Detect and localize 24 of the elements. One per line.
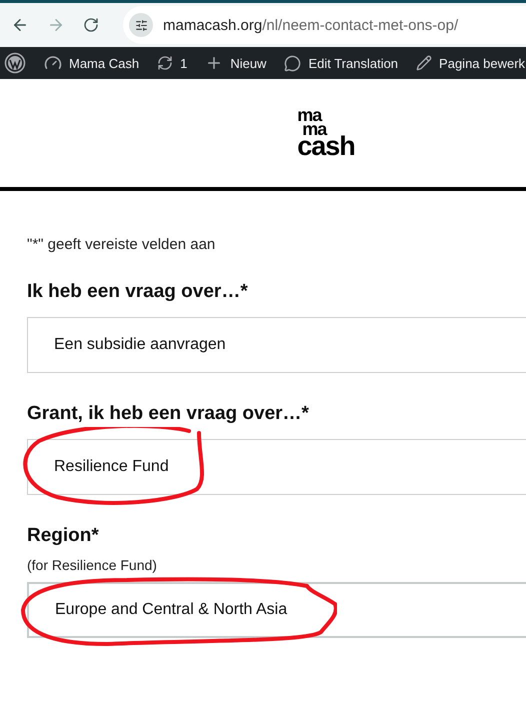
site-settings-icon[interactable] bbox=[129, 13, 153, 37]
admin-bar-item[interactable]: Mama Cash bbox=[44, 54, 140, 72]
required-note: "*" geeft vereiste velden aan bbox=[27, 236, 216, 253]
select-field[interactable]: Resilience Fund bbox=[27, 439, 526, 495]
url-text: mamacash.org/nl/neem-contact-met-ons-op/ bbox=[163, 16, 458, 34]
gauge-icon bbox=[44, 54, 62, 72]
field-note: (for Resilience Fund) bbox=[27, 557, 158, 573]
logo[interactable]: ma ma cash bbox=[297, 109, 355, 157]
admin-bar-item[interactable]: 1 bbox=[157, 55, 188, 71]
field-label: Region* bbox=[27, 525, 100, 547]
pencil-icon bbox=[416, 55, 432, 71]
address-bar[interactable]: mamacash.org/nl/neem-contact-met-ons-op/ bbox=[123, 6, 526, 44]
field-label: Ik heb een vraag over…* bbox=[27, 281, 249, 303]
wordpress-icon[interactable] bbox=[4, 52, 26, 74]
refresh-icon bbox=[157, 55, 174, 71]
back-icon[interactable] bbox=[11, 16, 29, 34]
field-label: Grant, ik heb een vraag over…* bbox=[27, 403, 310, 425]
admin-bar-item[interactable]: Nieuw bbox=[205, 54, 266, 72]
admin-bar-item[interactable]: Pagina bewerk bbox=[416, 55, 526, 71]
reload-icon[interactable] bbox=[83, 17, 99, 33]
select-field[interactable]: Een subsidie aanvragen bbox=[27, 317, 526, 373]
admin-bar-item[interactable]: Edit Translation bbox=[284, 54, 398, 72]
select-field[interactable]: Europe and Central & North Asia bbox=[27, 582, 526, 638]
speech-bubble-icon bbox=[284, 54, 302, 72]
